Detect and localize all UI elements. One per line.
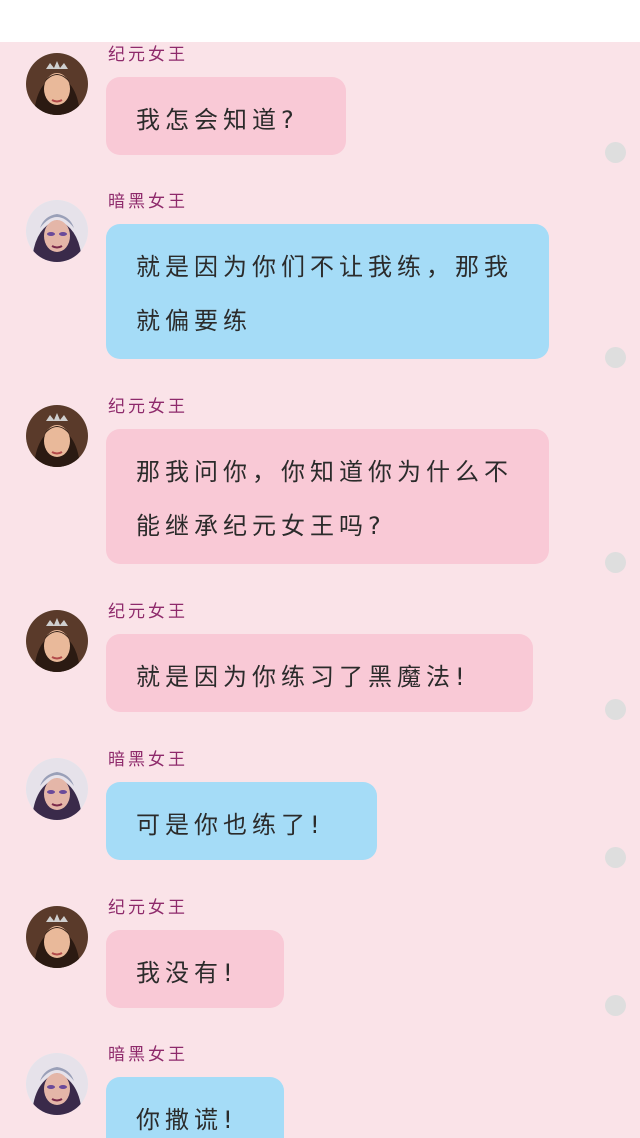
message-bubble[interactable]: 就是因为你们不让我练，那我就偏要练 xyxy=(106,224,549,359)
message-bubble[interactable]: 我怎会知道? xyxy=(106,77,346,155)
status-dot-icon xyxy=(605,552,626,573)
eon-queen-avatar[interactable] xyxy=(26,405,88,467)
top-bar xyxy=(0,0,640,42)
message-bubble[interactable]: 你撒谎! xyxy=(106,1077,284,1138)
status-dot-icon xyxy=(605,995,626,1016)
dark-queen-avatar[interactable] xyxy=(26,1053,88,1115)
chat-area[interactable]: 纪元女王 我怎会知道? 暗黑女王 就是因为你们不让我练，那我就偏要练 纪元女王 … xyxy=(0,42,640,1138)
message-bubble[interactable]: 那我问你，你知道你为什么不能继承纪元女王吗? xyxy=(106,429,549,564)
eon-queen-avatar[interactable] xyxy=(26,53,88,115)
message-bubble[interactable]: 可是你也练了! xyxy=(106,782,377,860)
message-bubble[interactable]: 我没有! xyxy=(106,930,284,1008)
status-dot-icon xyxy=(605,699,626,720)
eon-queen-avatar[interactable] xyxy=(26,610,88,672)
message-bubble[interactable]: 就是因为你练习了黑魔法! xyxy=(106,634,533,712)
eon-queen-avatar[interactable] xyxy=(26,906,88,968)
status-dot-icon xyxy=(605,142,626,163)
sender-name: 纪元女王 xyxy=(108,898,188,918)
status-dot-icon xyxy=(605,347,626,368)
sender-name: 纪元女王 xyxy=(108,602,188,622)
sender-name: 暗黑女王 xyxy=(108,1045,188,1065)
sender-name: 纪元女王 xyxy=(108,45,188,65)
dark-queen-avatar[interactable] xyxy=(26,758,88,820)
sender-name: 纪元女王 xyxy=(108,397,188,417)
sender-name: 暗黑女王 xyxy=(108,192,188,212)
dark-queen-avatar[interactable] xyxy=(26,200,88,262)
status-dot-icon xyxy=(605,847,626,868)
sender-name: 暗黑女王 xyxy=(108,750,188,770)
